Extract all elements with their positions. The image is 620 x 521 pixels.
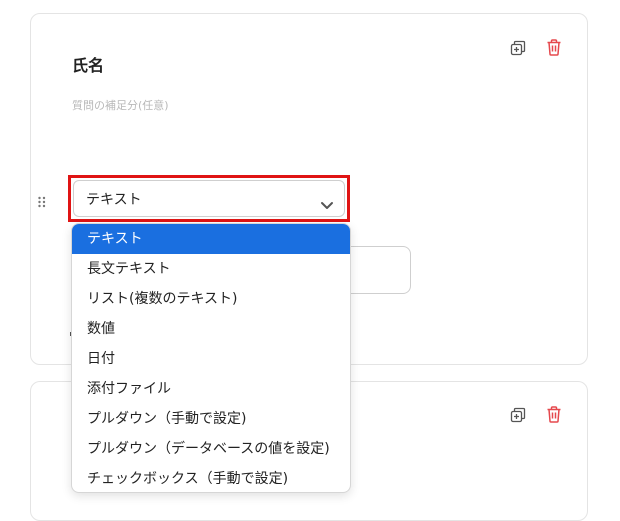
field-description-input[interactable]: 質問の補足分(任意) [72, 97, 169, 113]
dropdown-option-text[interactable]: テキスト [72, 224, 350, 254]
dropdown-option-long-text[interactable]: 長文テキスト [72, 254, 350, 284]
trash-icon[interactable] [545, 38, 563, 56]
type-dropdown-menu: テキスト 長文テキスト リスト(複数のテキスト) 数値 日付 添付ファイル プル… [71, 223, 351, 493]
copy-icon[interactable] [509, 406, 527, 424]
trash-icon[interactable] [545, 405, 563, 423]
dropdown-option-pulldown-database[interactable]: プルダウン（データベースの値を設定) [72, 434, 350, 464]
drag-handle-icon[interactable] [37, 195, 47, 209]
type-select-value: テキスト [86, 191, 142, 208]
dropdown-option-pulldown-manual[interactable]: プルダウン（手動で設定) [72, 404, 350, 434]
dropdown-option-list[interactable]: リスト(複数のテキスト) [72, 284, 350, 314]
dropdown-option-number[interactable]: 数値 [72, 314, 350, 344]
chevron-down-icon [320, 195, 334, 214]
field-title[interactable]: 氏名 [72, 52, 104, 76]
copy-icon[interactable] [509, 39, 527, 57]
dropdown-option-attachment[interactable]: 添付ファイル [72, 374, 350, 404]
dropdown-option-checkbox-manual[interactable]: チェックボックス（手動で設定) [72, 464, 350, 492]
dropdown-option-date[interactable]: 日付 [72, 344, 350, 374]
type-select[interactable]: テキスト [73, 180, 345, 217]
